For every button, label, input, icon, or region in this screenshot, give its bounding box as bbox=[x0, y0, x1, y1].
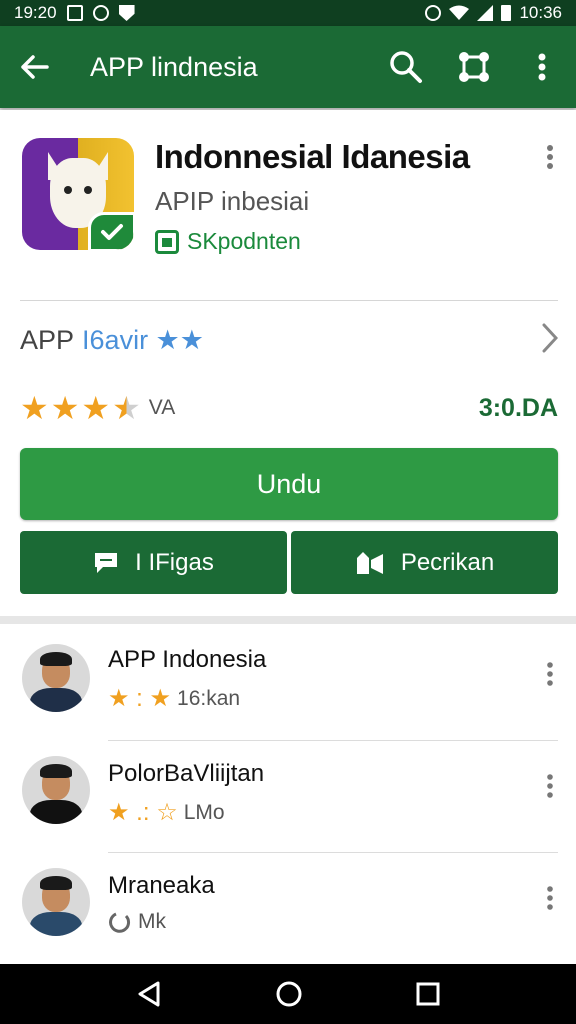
app-size: 3:0.DA bbox=[478, 393, 558, 422]
share-button[interactable] bbox=[440, 26, 508, 108]
avatar-body bbox=[30, 912, 82, 936]
back-nav-icon[interactable] bbox=[136, 980, 162, 1008]
star-icon: ★ bbox=[20, 390, 49, 426]
toolbar-title: APP lindnesia bbox=[90, 51, 258, 82]
avatar-body bbox=[30, 800, 82, 824]
avatar bbox=[22, 756, 90, 824]
review-menu-button[interactable] bbox=[546, 662, 554, 691]
more-vert-icon bbox=[547, 662, 553, 686]
star-icon: ★ bbox=[50, 390, 80, 426]
review-menu-button[interactable] bbox=[546, 886, 554, 915]
status-clock: 10:36 bbox=[519, 3, 562, 22]
app-info-row[interactable]: APP I6avir ★★ bbox=[20, 318, 559, 362]
app-card-menu-button[interactable] bbox=[546, 144, 554, 175]
avatar-hair bbox=[40, 764, 72, 778]
list-item[interactable]: PolorBaVliijtan ★ .: ☆ LMo bbox=[0, 744, 576, 854]
info-label-secondary: I6avir ★★ bbox=[82, 324, 204, 355]
secondary-button-right[interactable]: Pecrikan bbox=[291, 531, 558, 594]
more-vert-icon bbox=[547, 145, 553, 169]
app-icon-eye-right bbox=[84, 186, 92, 194]
check-icon bbox=[101, 224, 123, 240]
back-button[interactable] bbox=[0, 26, 70, 108]
more-vert-icon bbox=[547, 774, 553, 798]
share-icon bbox=[459, 52, 489, 82]
install-label: Undu bbox=[256, 468, 322, 499]
star-half-icon: ★ bbox=[112, 390, 141, 426]
install-button[interactable]: Undu bbox=[20, 448, 558, 520]
avatar bbox=[22, 644, 90, 712]
avatar bbox=[22, 868, 90, 936]
list-item[interactable]: APP Indonesia ★ : ★ 16:kan bbox=[0, 632, 576, 742]
status-bar: 19:20 10:36 bbox=[0, 0, 576, 26]
star-icon: ★ bbox=[81, 390, 111, 426]
divider bbox=[108, 852, 558, 853]
review-date: LMo bbox=[183, 800, 225, 824]
rating-row: ★ ★ ★ ★ VA 3:0.DA bbox=[20, 388, 558, 428]
verified-badge bbox=[88, 212, 134, 250]
shield-icon bbox=[118, 5, 135, 21]
recents-nav-icon[interactable] bbox=[416, 982, 440, 1006]
avatar-body bbox=[30, 688, 82, 712]
list-item[interactable]: Mraneaka Mk bbox=[0, 856, 576, 966]
signal-icon bbox=[477, 5, 494, 21]
divider bbox=[108, 740, 558, 741]
camera-icon bbox=[356, 551, 383, 574]
rating-stars: ★ ★ ★ ★ bbox=[20, 392, 141, 424]
app-subtitle: APIP inbesiai bbox=[155, 186, 310, 216]
app-icon bbox=[22, 138, 134, 250]
status-time: 19:20 bbox=[14, 3, 57, 22]
review-meta: ★ : ★ 16:kan bbox=[108, 684, 240, 713]
rating-count: VA bbox=[148, 396, 176, 419]
more-vert-icon bbox=[538, 53, 546, 81]
reviewer-name: PolorBaVliijtan bbox=[108, 760, 265, 787]
arrow-back-icon bbox=[21, 55, 49, 79]
divider bbox=[20, 300, 558, 301]
app-card: Indonnesial Idanesia APIP inbesiai SKpod… bbox=[0, 110, 576, 616]
chevron-right-icon bbox=[542, 323, 559, 358]
toolbar: APP lindnesia bbox=[0, 26, 576, 108]
review-menu-button[interactable] bbox=[546, 774, 554, 803]
navigation-bar bbox=[0, 964, 576, 1024]
search-icon bbox=[390, 51, 422, 83]
wifi-icon bbox=[449, 5, 470, 20]
battery-icon bbox=[501, 5, 512, 21]
review-stars: ★ .: ☆ bbox=[108, 799, 178, 826]
review-date: 16:kan bbox=[177, 686, 241, 710]
home-nav-icon[interactable] bbox=[275, 980, 303, 1008]
app-title: Indonnesial Idanesia bbox=[155, 138, 470, 175]
review-date: Mk bbox=[138, 910, 166, 933]
secondary-button-left[interactable]: I IFigas bbox=[20, 531, 287, 594]
chat-icon bbox=[95, 552, 118, 573]
alarm-icon bbox=[425, 5, 442, 21]
overflow-menu-button[interactable] bbox=[508, 26, 576, 108]
screen: 19:20 10:36 APP lindnesia Indonnesial Id… bbox=[0, 0, 576, 1024]
clock-icon bbox=[109, 912, 131, 933]
developer-link[interactable]: SKpodnten bbox=[155, 228, 301, 255]
secondary-left-label: I IFigas bbox=[135, 548, 214, 576]
reviewer-name: Mraneaka bbox=[108, 872, 215, 899]
avatar-hair bbox=[40, 876, 72, 890]
secondary-right-label: Pecrikan bbox=[400, 548, 495, 576]
sync-icon bbox=[92, 5, 109, 21]
info-label-primary: APP bbox=[20, 324, 75, 355]
avatar-hair bbox=[40, 652, 72, 666]
developer-icon bbox=[155, 229, 179, 254]
review-stars: ★ : ★ bbox=[108, 685, 172, 712]
developer-name: SKpodnten bbox=[187, 228, 301, 254]
more-vert-icon bbox=[547, 886, 553, 910]
notification-icon bbox=[66, 5, 83, 21]
reviews-card: APP Indonesia ★ : ★ 16:kan PolorBaVliijt… bbox=[0, 624, 576, 964]
app-icon-eye-left bbox=[64, 186, 72, 194]
review-meta: Mk bbox=[108, 910, 166, 934]
review-meta: ★ .: ☆ LMo bbox=[108, 798, 225, 827]
reviewer-name: APP Indonesia bbox=[108, 646, 267, 673]
search-button[interactable] bbox=[372, 26, 440, 108]
